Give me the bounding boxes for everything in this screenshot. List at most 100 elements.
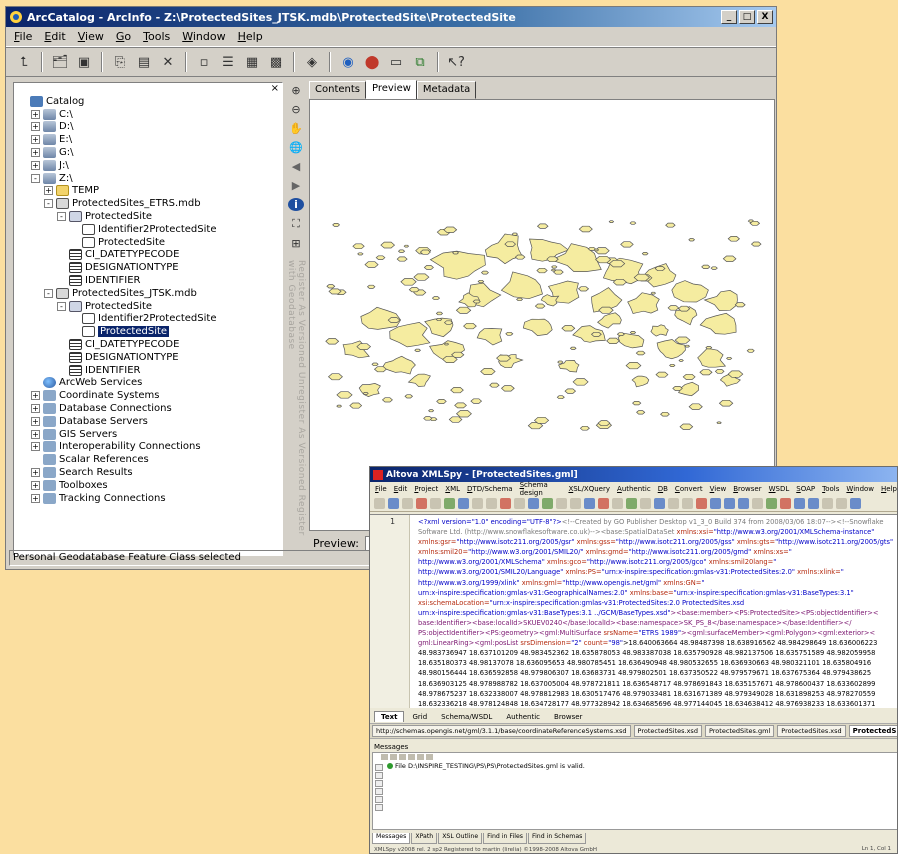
xmlspy-menu-item[interactable]: Schema design [520, 481, 562, 497]
expand-icon[interactable]: + [31, 416, 40, 426]
xmlspy-toolbar-button[interactable] [458, 497, 469, 509]
tree-node[interactable]: IDENTIFIER [14, 364, 282, 377]
menu-help[interactable]: Help [236, 30, 265, 43]
xmlspy-toolbar-button[interactable] [430, 497, 441, 509]
xmlspy-toolbar-button[interactable] [528, 497, 539, 509]
tree-node[interactable]: ProtectedSite [14, 236, 282, 249]
expand-icon[interactable]: + [31, 122, 40, 132]
xmlspy-toolbar-button[interactable] [556, 497, 567, 509]
tree-node[interactable]: + C:\ [14, 108, 282, 121]
collapse-icon[interactable]: - [44, 288, 53, 298]
expand-icon[interactable]: + [31, 109, 40, 119]
message-tab-icon[interactable] [375, 804, 383, 811]
message-tool-icon[interactable] [381, 754, 388, 760]
tree-node[interactable]: Scalar References [14, 453, 282, 466]
tree-node[interactable]: + E:\ [14, 133, 282, 146]
view-tab[interactable]: Authentic [500, 712, 546, 722]
expand-icon[interactable]: + [44, 186, 53, 196]
xmlspy-menu-item[interactable]: SOAP [796, 485, 815, 493]
expand-icon[interactable]: + [31, 493, 40, 503]
xmlspy-toolbar-button[interactable] [696, 497, 707, 509]
expand-icon[interactable]: + [31, 480, 40, 490]
expand-icon[interactable]: + [31, 442, 40, 452]
xmlspy-toolbar-button[interactable] [668, 497, 679, 509]
xmlspy-menu-item[interactable]: Tools [822, 485, 839, 493]
output-tab[interactable]: Messages [372, 833, 411, 844]
document-tab[interactable]: http://schemas.opengis.net/gml/3.1.1/bas… [372, 725, 631, 737]
tree-node[interactable]: Identifier2ProtectedSite [14, 223, 282, 236]
create-thumbnail-icon[interactable]: ⛶ [288, 217, 304, 231]
xmlspy-toolbar-button[interactable] [514, 497, 525, 509]
collapse-icon[interactable]: - [57, 212, 66, 222]
model-builder-icon[interactable]: ⧉ [410, 52, 430, 72]
tree-node[interactable]: - Z:\ [14, 172, 282, 185]
tree-node[interactable]: + GIS Servers [14, 428, 282, 441]
xmlspy-menu-item[interactable]: Convert [675, 485, 703, 493]
expand-icon[interactable]: + [31, 391, 40, 401]
tree-node[interactable]: ArcWeb Services [14, 377, 282, 390]
collapse-icon[interactable]: - [31, 173, 40, 183]
zoom-out-icon[interactable]: ⊖ [288, 103, 304, 116]
close-button[interactable]: X [757, 10, 773, 24]
tree-node[interactable]: Identifier2ProtectedSite [14, 313, 282, 326]
document-tab[interactable]: ProtectedSites.xsd [777, 725, 846, 737]
tree-close-icon[interactable]: × [271, 83, 279, 94]
xmlspy-toolbar-button[interactable] [472, 497, 483, 509]
xmlspy-menu-item[interactable]: View [710, 485, 727, 493]
arccatalog-titlebar[interactable]: ArcCatalog - ArcInfo - Z:\ProtectedSites… [6, 7, 776, 27]
tree-node[interactable]: - ProtectedSites_ETRS.mdb [14, 197, 282, 210]
tab-preview[interactable]: Preview [365, 80, 417, 99]
xmlspy-toolbar-button[interactable] [738, 497, 749, 509]
message-tab-icon[interactable] [375, 772, 383, 779]
collapse-icon[interactable]: - [57, 301, 66, 311]
message-tool-icon[interactable] [399, 754, 406, 760]
xmlspy-toolbar-button[interactable] [584, 497, 595, 509]
xmlspy-menu-item[interactable]: Project [414, 485, 438, 493]
output-tab[interactable]: Find in Schemas [527, 833, 587, 844]
document-tab[interactable]: ProtectedSites.xsd [633, 725, 702, 737]
tree-node[interactable]: + Database Servers [14, 415, 282, 428]
expand-icon[interactable]: + [31, 148, 40, 158]
message-tool-icon[interactable] [390, 754, 397, 760]
whats-this-icon[interactable]: ↖? [446, 52, 466, 72]
tab-contents[interactable]: Contents [309, 81, 366, 99]
forward-icon[interactable]: ▶ [288, 179, 304, 192]
tree-node[interactable]: + G:\ [14, 146, 282, 159]
tree-node[interactable]: DESIGNATIONTYPE [14, 261, 282, 274]
xmlspy-toolbar-button[interactable] [640, 497, 651, 509]
xmlspy-menu-item[interactable]: XSL/XQuery [568, 485, 610, 493]
message-tool-icon[interactable] [426, 754, 433, 760]
command-line-icon[interactable]: ▭ [386, 52, 406, 72]
tree-node[interactable]: + Toolboxes [14, 479, 282, 492]
expand-icon[interactable]: + [31, 160, 40, 170]
up-one-level-icon[interactable]: ⮤ [14, 52, 34, 72]
tree-node[interactable]: + TEMP [14, 185, 282, 198]
menu-window[interactable]: Window [180, 30, 227, 43]
delete-icon[interactable]: ✕ [158, 52, 178, 72]
xmlspy-toolbar-button[interactable] [766, 497, 777, 509]
xmlspy-toolbar-button[interactable] [542, 497, 553, 509]
xmlspy-toolbar-button[interactable] [794, 497, 805, 509]
paste-icon[interactable]: ▤ [134, 52, 154, 72]
xmlspy-toolbar-button[interactable] [752, 497, 763, 509]
xmlspy-menu-item[interactable]: Help [881, 485, 897, 493]
tree-node[interactable]: + J:\ [14, 159, 282, 172]
xmlspy-toolbar-button[interactable] [598, 497, 609, 509]
connect-folder-icon[interactable]: 🗂 [50, 52, 70, 72]
tree-node[interactable]: - ProtectedSite [14, 210, 282, 223]
view-tab[interactable]: Text [374, 711, 405, 722]
expand-icon[interactable]: + [31, 135, 40, 145]
back-icon[interactable]: ◀ [288, 160, 304, 173]
output-tab[interactable]: Find in Files [483, 833, 527, 844]
xmlspy-toolbar-button[interactable] [724, 497, 735, 509]
tree-node[interactable]: + Interoperability Connections [14, 441, 282, 454]
zoom-in-icon[interactable]: ⊕ [288, 84, 304, 97]
menu-edit[interactable]: Edit [42, 30, 67, 43]
thumbnails-icon[interactable]: ▩ [266, 52, 286, 72]
metadata-icon[interactable]: ◉ [338, 52, 358, 72]
xmlspy-menu-item[interactable]: XML [445, 485, 460, 493]
xmlspy-toolbar-button[interactable] [822, 497, 833, 509]
xmlspy-toolbar-button[interactable] [374, 497, 385, 509]
xmlspy-menu-item[interactable]: Window [846, 485, 874, 493]
full-extent-icon[interactable]: 🌐 [288, 141, 304, 154]
